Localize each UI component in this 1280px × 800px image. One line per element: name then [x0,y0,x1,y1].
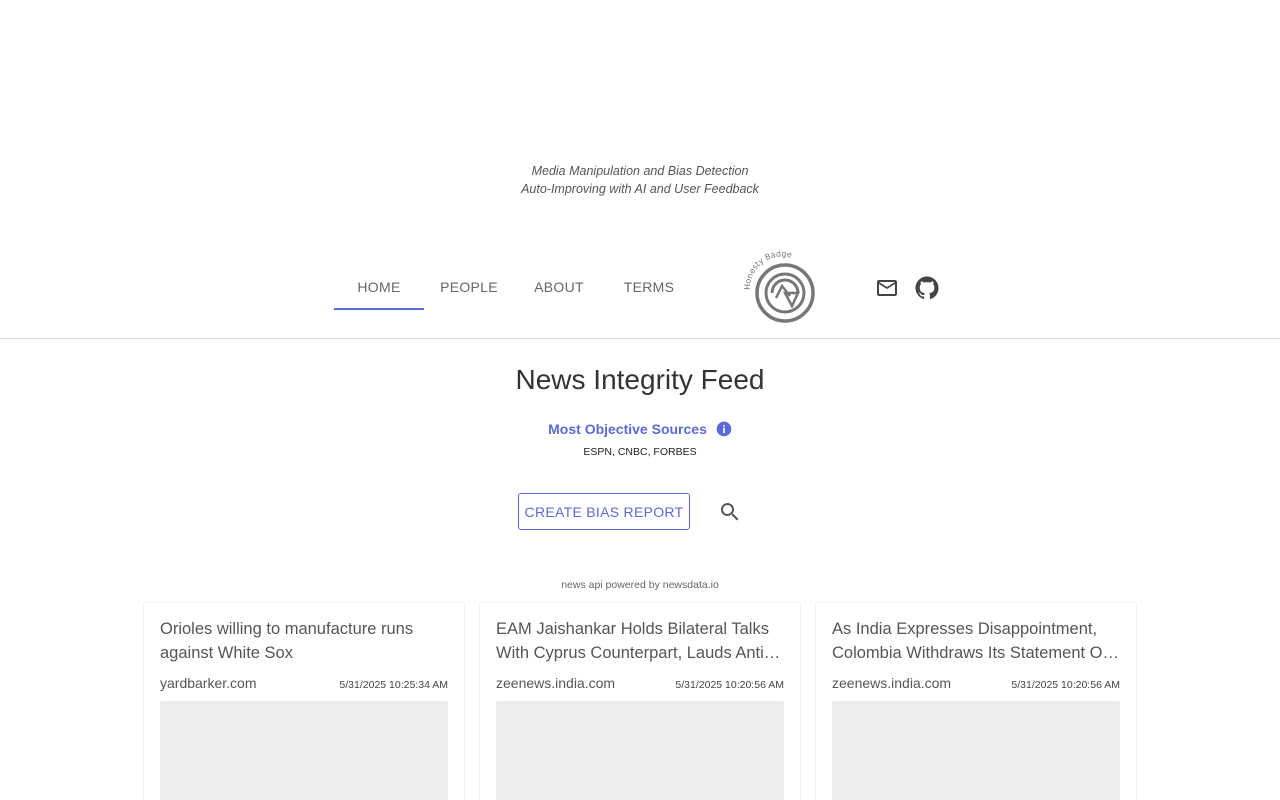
create-bias-report-button[interactable]: CREATE BIAS REPORT [518,493,690,530]
powered-by-text: news api powered by newsdata.io [561,579,719,591]
navbar: HOME PEOPLE ABOUT TERMS Honesty Badge [0,248,1280,339]
tagline-line-2: Auto-Improving with AI and User Feedback [521,182,759,196]
article-title[interactable]: EAM Jaishankar Holds Bilateral Talks Wit… [496,617,784,665]
article-title[interactable]: Orioles willing to manufacture runs agai… [160,617,448,665]
article-meta: zeenews.india.com 5/31/2025 10:20:56 AM [832,675,1120,691]
article-meta: zeenews.india.com 5/31/2025 10:20:56 AM [496,675,784,691]
info-icon[interactable] [716,421,732,437]
objective-sources-list: ESPN, CNBC, FORBES [583,446,697,458]
article-cards: Orioles willing to manufacture runs agai… [144,603,1136,800]
tab-about[interactable]: ABOUT [514,264,604,310]
article-card[interactable]: As India Expresses Disappointment, Colom… [816,603,1136,800]
objective-sources-row: Most Objective Sources [0,421,1280,437]
tab-home[interactable]: HOME [334,264,424,310]
article-source: zeenews.india.com [496,675,616,691]
search-icon[interactable] [718,500,742,524]
article-source: zeenews.india.com [832,675,952,691]
article-date: 5/31/2025 10:20:56 AM [1011,679,1120,691]
article-image-placeholder [160,701,448,800]
article-image-placeholder [496,701,784,800]
tab-terms[interactable]: TERMS [604,264,694,310]
tab-people[interactable]: PEOPLE [424,264,514,310]
article-title[interactable]: As India Expresses Disappointment, Colom… [832,617,1120,665]
mail-icon[interactable] [875,276,899,300]
article-image-placeholder [832,701,1120,800]
github-icon[interactable] [915,276,939,300]
page-title: News Integrity Feed [515,364,765,395]
article-card[interactable]: EAM Jaishankar Holds Bilateral Talks Wit… [480,603,800,800]
tagline: Media Manipulation and Bias Detection Au… [0,162,1280,198]
article-source: yardbarker.com [160,675,257,691]
tagline-line-1: Media Manipulation and Bias Detection [531,164,749,178]
article-meta: yardbarker.com 5/31/2025 10:25:34 AM [160,675,448,691]
article-date: 5/31/2025 10:20:56 AM [675,679,784,691]
honesty-badge-logo[interactable]: Honesty Badge [740,248,820,328]
article-date: 5/31/2025 10:25:34 AM [339,679,448,691]
objective-sources-label: Most Objective Sources [548,421,707,437]
page: Media Manipulation and Bias Detection Au… [0,0,1280,800]
nav-tabs: HOME PEOPLE ABOUT TERMS [334,264,694,310]
article-card[interactable]: Orioles willing to manufacture runs agai… [144,603,464,800]
